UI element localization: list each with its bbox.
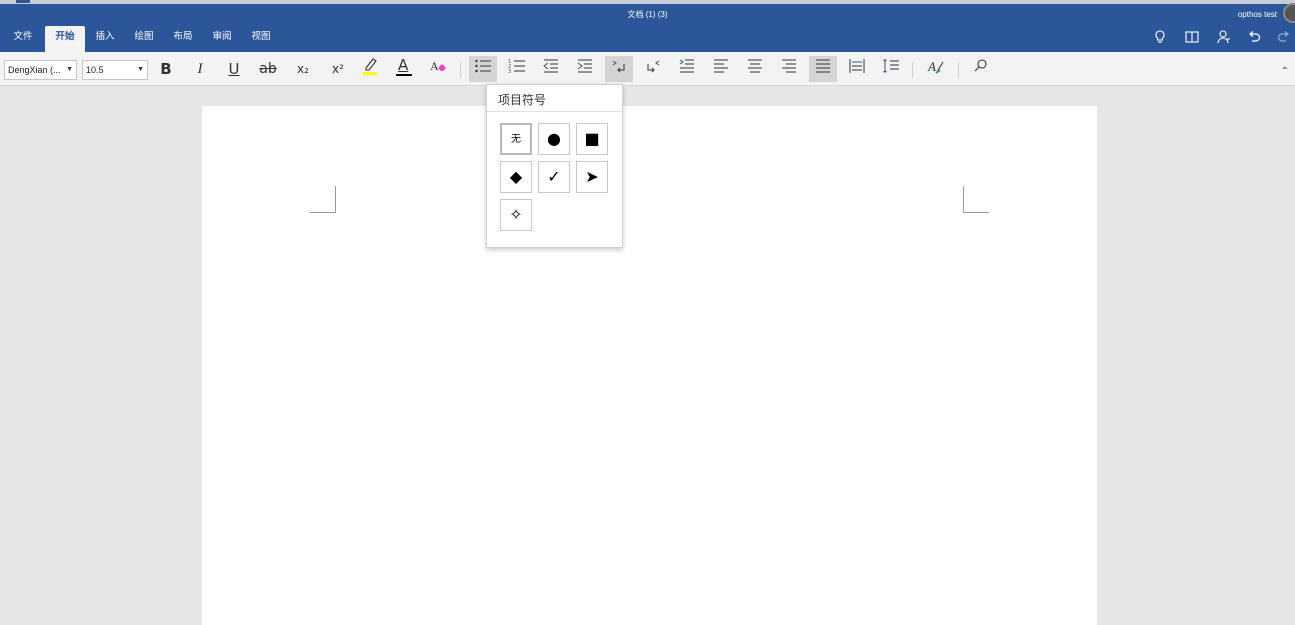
ribbon-toolbar: DengXian (... ▼ 10.5 ▼ B I U ab x₂ x² A A … [0, 52, 1295, 86]
toolbar-separator [460, 62, 461, 78]
left-to-right-icon [610, 60, 628, 78]
align-left-icon [712, 59, 730, 78]
tab-insert[interactable]: 插入 [89, 26, 121, 52]
align-center-button[interactable] [741, 56, 769, 82]
numbered-list-icon: 123 [508, 59, 526, 78]
font-color-button[interactable]: A [390, 56, 418, 82]
reading-view-icon[interactable] [1183, 30, 1201, 48]
bullet-option-check[interactable]: ✓ [538, 161, 570, 193]
align-justify-icon [814, 59, 832, 78]
bullets-button[interactable] [469, 56, 497, 82]
styles-button[interactable]: A [922, 56, 950, 82]
tab-file[interactable]: 文件 [6, 26, 40, 52]
distributed-button[interactable] [843, 56, 871, 82]
font-name-select[interactable]: DengXian (... ▼ [4, 60, 77, 80]
margin-crop-mark-right [963, 186, 989, 213]
strikethrough-button[interactable]: ab [254, 56, 282, 82]
share-person-icon[interactable] [1215, 30, 1233, 48]
font-size-value: 10.5 [86, 65, 104, 75]
align-center-icon [746, 59, 764, 78]
search-button[interactable] [967, 56, 995, 82]
distributed-icon [848, 59, 866, 78]
font-color-bar [396, 74, 412, 76]
right-to-left-icon [644, 60, 662, 78]
bold-button[interactable]: B [152, 56, 180, 82]
lightbulb-icon[interactable] [1151, 30, 1169, 48]
avatar[interactable] [1283, 3, 1295, 23]
user-name[interactable]: opthos test [1238, 10, 1277, 19]
tab-review[interactable]: 审阅 [206, 26, 238, 52]
title-bar: 文档 (1) (3) opthos test 文件 开始 插入 绘图 布局 审阅… [0, 0, 1295, 52]
toolbar-separator [912, 62, 913, 78]
italic-button[interactable]: I [186, 56, 214, 82]
app-mark [16, 0, 30, 3]
collapse-ribbon-button[interactable]: ⌃ [1281, 66, 1289, 77]
tab-layout[interactable]: 布局 [167, 26, 199, 52]
tab-draw[interactable]: 绘图 [128, 26, 160, 52]
line-spacing-icon [882, 59, 900, 78]
highlighter-icon [361, 58, 379, 80]
underline-button[interactable]: U [220, 56, 248, 82]
highlight-button[interactable] [356, 56, 384, 82]
bullet-option-arrow[interactable]: ➤ [576, 161, 608, 193]
styles-icon: A [927, 59, 945, 78]
bullet-option-star[interactable]: ✧ [500, 199, 532, 231]
tab-home[interactable]: 开始 [45, 26, 85, 52]
undo-icon[interactable] [1245, 30, 1263, 48]
align-right-button[interactable] [775, 56, 803, 82]
chevron-down-icon: ▼ [66, 66, 73, 73]
superscript-button[interactable]: x² [324, 56, 352, 82]
chevron-up-icon: ⌃ [1280, 66, 1289, 77]
font-color-icon: A [395, 56, 413, 78]
menu-divider [487, 111, 622, 112]
svg-text:A: A [430, 59, 439, 73]
rtl-text-button[interactable] [639, 56, 667, 82]
bullet-option-circle[interactable]: ● [538, 123, 570, 155]
clear-formatting-button[interactable]: A [424, 56, 452, 82]
align-right-icon [780, 59, 798, 78]
align-left-button[interactable] [707, 56, 735, 82]
redo-icon[interactable] [1275, 30, 1293, 48]
chevron-down-icon: ▼ [137, 66, 144, 73]
indent-list-button[interactable] [673, 56, 701, 82]
justify-button[interactable] [809, 56, 837, 82]
toolbar-separator [958, 62, 959, 78]
document-title: 文档 (1) (3) [627, 10, 668, 19]
increase-indent-icon [576, 59, 594, 78]
clear-formatting-icon: A [429, 59, 447, 78]
svg-text:3: 3 [508, 69, 511, 74]
list-indent-icon [678, 59, 696, 78]
decrease-indent-icon [542, 59, 560, 78]
subscript-button[interactable]: x₂ [289, 56, 317, 82]
line-spacing-button[interactable] [877, 56, 905, 82]
tab-view[interactable]: 视图 [245, 26, 277, 52]
bullet-list-icon [474, 59, 492, 78]
svg-text:A: A [927, 59, 936, 74]
numbering-button[interactable]: 123 [503, 56, 531, 82]
decrease-indent-button[interactable] [537, 56, 565, 82]
font-name-value: DengXian (... [8, 65, 61, 75]
increase-indent-button[interactable] [571, 56, 599, 82]
ltr-text-button[interactable] [605, 56, 633, 82]
window-top-strip [0, 0, 1295, 4]
margin-crop-mark-left [310, 186, 336, 213]
menu-title: 项目符号 [498, 93, 547, 107]
document-page[interactable] [202, 106, 1097, 625]
bullet-library-menu: 项目符号 无 ● ■ ◆ ✓ ➤ ✧ [486, 84, 623, 248]
bullet-option-square[interactable]: ■ [576, 123, 608, 155]
search-icon [973, 59, 989, 78]
font-size-select[interactable]: 10.5 ▼ [82, 60, 148, 80]
bullet-option-none[interactable]: 无 [500, 123, 532, 155]
bullet-option-diamond[interactable]: ◆ [500, 161, 532, 193]
